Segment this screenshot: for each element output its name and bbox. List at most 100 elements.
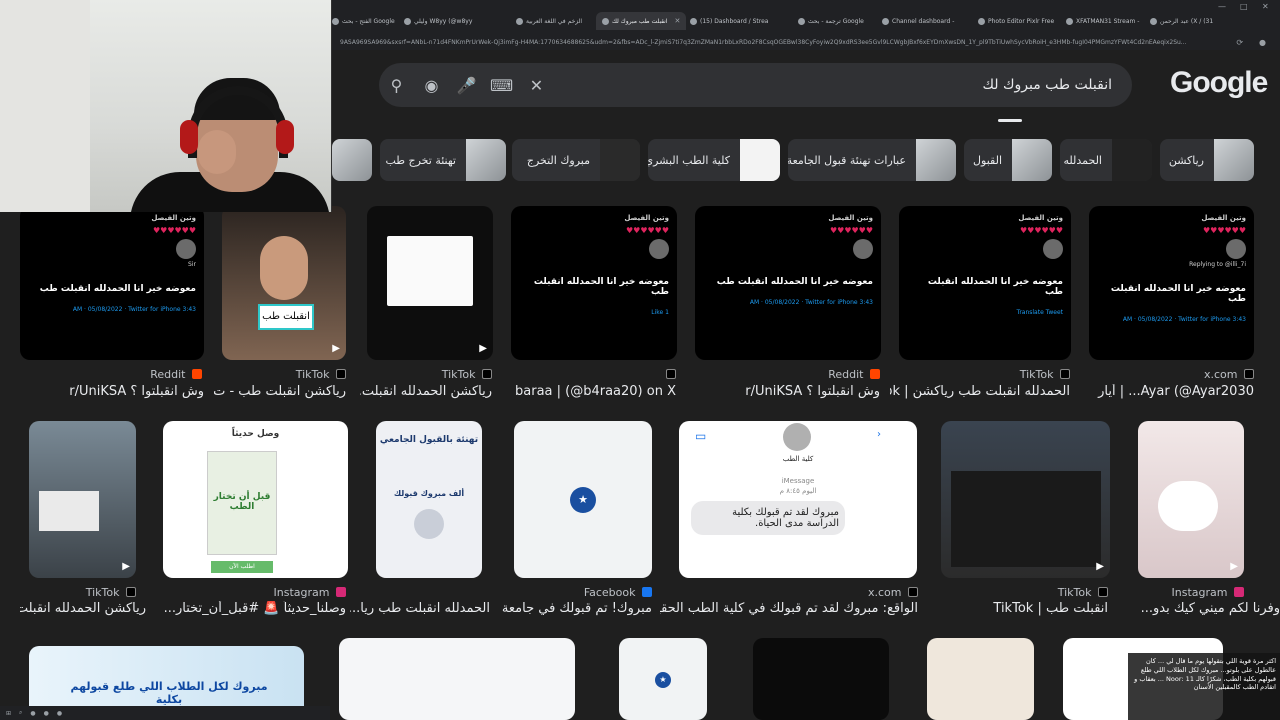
result-source[interactable]: TikTok — [940, 368, 1070, 381]
minimize-icon[interactable]: — — [1218, 2, 1226, 11]
cake-thumbnail — [1158, 481, 1218, 531]
image-result[interactable]: ▶ — [367, 206, 493, 360]
close-window-icon[interactable]: ✕ — [1262, 2, 1269, 11]
chip-thumbnail — [1214, 139, 1254, 181]
avatar — [1226, 239, 1246, 259]
browser-tab[interactable]: Channel dashboard - — [882, 12, 974, 30]
favicon-icon — [1150, 17, 1157, 25]
app-icon[interactable]: ● — [57, 710, 62, 717]
result-source[interactable]: TikTok — [50, 586, 136, 599]
image-result[interactable]: ▶ — [941, 421, 1110, 578]
image-result[interactable] — [339, 638, 575, 720]
image-result[interactable]: ▶ — [29, 421, 136, 578]
result-title[interactable]: مبروك! تم قبولك في جامعة ... — [500, 601, 652, 616]
mic-icon[interactable]: 🎤 — [449, 76, 484, 95]
address-bar[interactable]: 9ASA969SA969&sxsrf=ANbL-n71d4FNKmPrUrWek… — [330, 34, 1280, 50]
browser-tab[interactable]: الفتح - بحث Google — [332, 12, 402, 30]
browser-tab[interactable]: Photo Editor Pixlr Free — [978, 12, 1064, 30]
app-icon[interactable]: ● — [30, 710, 35, 717]
image-result[interactable]: انقبلت طب ▶ — [222, 206, 346, 360]
image-result[interactable]: تهنئة بالقبول الجامعي ألف مبروك قبولك — [376, 421, 482, 578]
chip[interactable]: الحمدلله — [1060, 139, 1152, 181]
image-result[interactable] — [927, 638, 1034, 720]
browser-tab[interactable]: ترجمة - بحث Google — [798, 12, 876, 30]
result-source[interactable]: Instagram — [250, 586, 346, 599]
result-title[interactable]: رياكشن الحمدلله انقبلت... — [20, 601, 146, 616]
tiktok-logo-icon — [126, 587, 136, 597]
result-title[interactable]: وش انقبلتوا ؟ r/UniKSA — [700, 384, 880, 399]
image-result[interactable]: كلية الطب iMessage اليوم ٨:٤٥ م مبروك لق… — [679, 421, 917, 578]
chip[interactable]: رياكشن — [1160, 139, 1254, 181]
chip[interactable]: مبروك التخرج — [512, 139, 640, 181]
lens-icon[interactable]: ◉ — [414, 76, 449, 95]
result-source[interactable]: Facebook — [570, 586, 652, 599]
image-result[interactable]: ★ — [619, 638, 707, 720]
result-source[interactable]: x.com — [840, 586, 918, 599]
chip[interactable]: القبول — [964, 139, 1052, 181]
browser-tab[interactable]: الزخم في اللغة العربية — [516, 12, 592, 30]
search-box[interactable]: ⚲ ◉ 🎤 ⌨ ✕ انقبلت طب مبروك لك — [379, 63, 1132, 107]
graduation-cap-thumbnail — [414, 509, 444, 539]
chip-thumbnail — [332, 139, 372, 181]
chip[interactable] — [332, 139, 372, 181]
search-icon[interactable]: ⚲ — [379, 76, 414, 95]
search-taskbar-icon[interactable]: ⌕ — [19, 709, 22, 717]
app-icon[interactable]: ● — [44, 710, 49, 717]
result-source[interactable]: x.com — [1100, 368, 1254, 381]
reload-icon[interactable]: ⟳ — [1236, 38, 1243, 47]
image-result[interactable]: وتين الفيصل ♥♥♥♥♥♥ Sir معوضه خير انا الح… — [20, 206, 204, 360]
video-caption: انقبلت طب — [258, 304, 314, 330]
browser-tab[interactable]: وليلي W8yy (@w8yy — [404, 12, 492, 30]
browser-tab[interactable]: (15) Dashboard / Strea — [690, 12, 790, 30]
result-title[interactable]: رياكشن انقبلت طب - ت... — [214, 384, 346, 399]
webcam-overlay — [0, 0, 332, 212]
maximize-icon[interactable]: □ — [1240, 2, 1248, 11]
result-source[interactable]: TikTok — [400, 368, 492, 381]
browser-tab[interactable]: عبد الرحمن (X / (31 — [1150, 12, 1242, 30]
google-logo[interactable]: Google — [1170, 66, 1268, 100]
result-title[interactable]: الواقع: مبروك لقد تم قبولك في كلية الطب … — [660, 601, 918, 616]
search-input[interactable]: انقبلت طب مبروك لك — [554, 77, 1132, 93]
result-source[interactable]: Reddit — [760, 368, 880, 381]
result-source[interactable]: TikTok — [1000, 586, 1108, 599]
result-source[interactable]: Reddit — [90, 368, 202, 381]
contact-avatar — [783, 423, 811, 451]
result-title[interactable]: الحمدلله انقبلت طب رياكشن | ok... — [890, 384, 1070, 399]
chip[interactable]: كلية الطب البشري — [648, 139, 780, 181]
result-source[interactable]: TikTok — [250, 368, 346, 381]
result-title[interactable]: Ayar (@Ayar2030... | أيار — [1080, 384, 1254, 399]
result-source[interactable] — [600, 368, 676, 381]
start-icon[interactable]: ⊞ — [6, 710, 11, 717]
clear-icon[interactable]: ✕ — [519, 76, 554, 95]
chip[interactable]: تهنئة تخرج طب — [380, 139, 506, 181]
result-title[interactable]: baraa | (@b4raa20) on X — [500, 384, 676, 399]
result-title[interactable]: الحمدلله انقبلت طب ريا... — [350, 601, 490, 616]
image-result[interactable]: وتين الفيصل ♥♥♥♥♥♥ معوضه خير انا الحمدلل… — [695, 206, 881, 360]
image-result[interactable]: ★ — [514, 421, 652, 578]
result-title[interactable]: انقبلت طب | TikTok — [940, 601, 1108, 616]
result-title[interactable]: وصلنا_حديثاً 🚨 #قبل_أن_تختار... — [160, 601, 346, 616]
hearts: ♥♥♥♥♥♥ — [829, 226, 873, 235]
image-result[interactable]: وتين الفيصل ♥♥♥♥♥♥ معوضه خير انا الحمدلل… — [899, 206, 1071, 360]
favicon-icon — [978, 17, 985, 25]
image-result[interactable]: وصل حديثاً قبل أن تختار الطب اطلب الآن — [163, 421, 348, 578]
close-tab-icon[interactable]: ✕ — [675, 17, 681, 25]
browser-tab-active[interactable]: انقبلت طب مبروك لك ✕ — [596, 12, 686, 30]
image-result[interactable] — [753, 638, 889, 720]
result-source[interactable]: Instagram — [1150, 586, 1244, 599]
result-title[interactable]: وفرنا لكم ميني كيك بدو... — [1120, 601, 1280, 616]
keyboard-icon[interactable]: ⌨ — [484, 76, 519, 95]
image-result[interactable]: وتين الفيصل ♥♥♥♥♥♥ Replying to @illi_7i … — [1089, 206, 1254, 360]
image-result[interactable]: ▶ — [1138, 421, 1244, 578]
avatar — [1043, 239, 1063, 259]
x-logo-icon — [908, 587, 918, 597]
play-icon: ▶ — [479, 343, 487, 354]
result-title[interactable]: رياكشن الحمدلله انقبلت... — [360, 384, 492, 399]
chat-overlay: اكثر مرة قوية اللي بتقولها يوم ما قال لي… — [1128, 653, 1280, 720]
image-result[interactable]: وتين الفيصل ♥♥♥♥♥♥ معوضه خير انا الحمدلل… — [511, 206, 677, 360]
profile-icon[interactable]: ● — [1259, 38, 1266, 47]
hearts: ♥♥♥♥♥♥ — [1202, 226, 1246, 235]
browser-tab[interactable]: XFATMAN31 Stream - — [1066, 12, 1146, 30]
result-title[interactable]: وش انقبلتوا ؟ r/UniKSA — [20, 384, 204, 399]
chip[interactable]: عبارات تهنئة قبول الجامعة — [788, 139, 956, 181]
